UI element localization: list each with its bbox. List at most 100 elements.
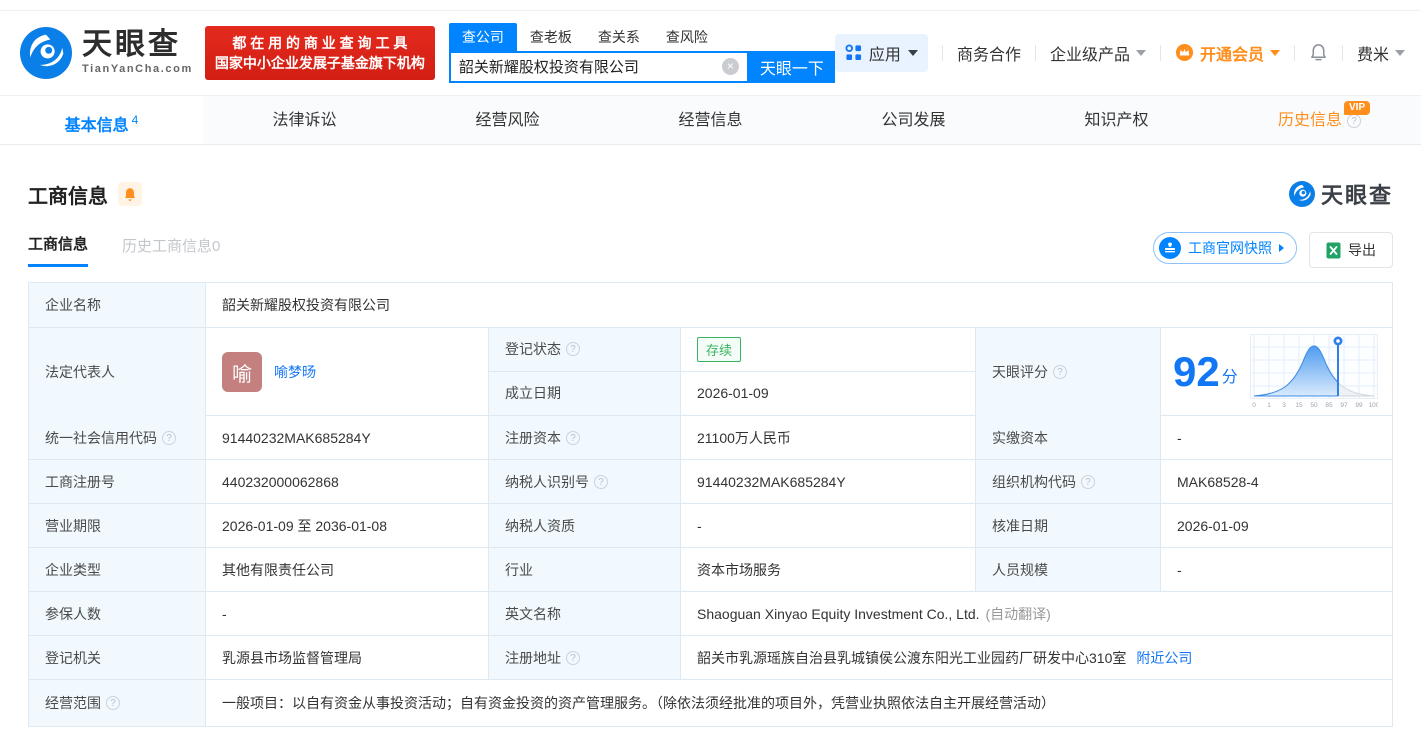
business-info-table: 企业名称 韶关新耀股权投资有限公司 法定代表人 喻 喻梦旸 登记状态? 存续 成…	[28, 282, 1393, 727]
paid-capital-label: 实缴资本	[976, 416, 1161, 459]
user-menu[interactable]: 费米	[1357, 41, 1405, 65]
svg-text:97: 97	[1340, 402, 1348, 409]
legal-rep-link[interactable]: 喻梦旸	[274, 362, 316, 382]
tab-operating-info[interactable]: 经营信息	[609, 96, 812, 144]
table-row: 登记机关 乳源县市场监督管理局 注册地址? 韶关市乳源瑶族自治县乳城镇侯公渡东阳…	[29, 636, 1392, 680]
tianyancha-logo[interactable]: 天眼查 TianYanCha.com	[20, 26, 193, 79]
establish-date-value: 2026-01-09	[681, 371, 976, 415]
search-input[interactable]	[450, 58, 722, 75]
help-icon[interactable]: ?	[566, 342, 580, 357]
nearby-companies-link[interactable]: 附近公司	[1136, 648, 1192, 668]
staff-size-value: -	[1177, 561, 1182, 578]
credit-code-label: 统一社会信用代码?	[29, 416, 206, 459]
username: 费米	[1356, 46, 1389, 64]
tab-basic-info[interactable]: 基本信息 4	[0, 96, 203, 144]
tab-intellectual-property[interactable]: 知识产权	[1015, 96, 1218, 144]
svg-text:15: 15	[1295, 402, 1303, 409]
help-icon[interactable]: ?	[1053, 365, 1067, 379]
help-icon[interactable]: ?	[162, 430, 176, 445]
company-tabs: 基本信息 4 法律诉讼 经营风险 经营信息 公司发展 知识产权 历史信息 VIP?	[0, 95, 1421, 145]
subtab-business-info[interactable]: 工商信息	[28, 233, 89, 267]
insured-label: 参保人数	[29, 592, 206, 635]
help-icon[interactable]: ?	[594, 474, 608, 489]
nav-open-vip[interactable]: 开通会员	[1175, 41, 1280, 65]
help-icon[interactable]: ?	[1347, 114, 1361, 128]
search-submit-button[interactable]: 天眼一下	[748, 50, 835, 83]
reg-capital-label: 注册资本?	[489, 416, 681, 459]
paid-capital-value: -	[1177, 429, 1182, 446]
export-button[interactable]: 导出	[1309, 232, 1393, 268]
business-scope-value: 一般项目：以自有资金从事投资活动；自有资金投资的资产管理服务。（除依法须经批准的…	[222, 695, 1055, 711]
insured-value: -	[206, 592, 489, 635]
help-icon[interactable]: ?	[106, 696, 120, 710]
taxpayer-id-value: 91440232MAK685284Y	[681, 460, 976, 503]
header: 天眼查 TianYanCha.com 都 在 用 的 商 业 查 询 工 具 国…	[0, 0, 1421, 95]
subtab-row: 工商信息 历史工商信息0 工商官网快照 导出	[28, 232, 1393, 268]
table-row: 企业类型 其他有限责任公司 行业 资本市场服务 人员规模 -	[29, 548, 1392, 592]
orange-bell-icon	[124, 187, 136, 201]
top-nav: 应用 商务合作 企业级产品 开通会员 费米	[834, 33, 1405, 72]
tab-count-badge: 4	[131, 113, 139, 127]
help-icon[interactable]: ?	[1081, 474, 1095, 489]
svg-text:3: 3	[1282, 402, 1286, 409]
help-icon[interactable]: ?	[566, 430, 580, 445]
score-unit: 分	[1221, 369, 1238, 386]
svg-text:85: 85	[1325, 402, 1333, 409]
watermark-text: 天眼查	[1320, 183, 1393, 208]
table-row: 参保人数 - 英文名称 Shaoguan Xinyao Equity Inves…	[29, 592, 1392, 636]
industry-label: 行业	[489, 548, 681, 591]
notifications-button[interactable]	[1309, 43, 1328, 63]
legal-rep-cell: 喻 喻梦旸	[206, 328, 489, 416]
tab-company-development[interactable]: 公司发展	[812, 96, 1015, 144]
search-tab-risk[interactable]: 查风险	[653, 23, 721, 51]
vip-badge: VIP	[1344, 101, 1371, 115]
subtab-history-business-info[interactable]: 历史工商信息0	[122, 235, 220, 266]
legal-rep-avatar[interactable]: 喻	[222, 352, 262, 392]
clear-search-icon[interactable]: ×	[721, 58, 739, 75]
search-tab-company[interactable]: 查公司	[448, 22, 517, 51]
reg-number-value: 440232000062868	[206, 460, 489, 503]
english-name-value: Shaoguan Xinyao Equity Investment Co., L…	[697, 605, 1051, 622]
reg-number-label: 工商注册号	[29, 460, 206, 503]
svg-text:99: 99	[1355, 402, 1363, 409]
nav-divider	[1034, 44, 1036, 61]
tab-operating-risk[interactable]: 经营风险	[406, 96, 609, 144]
official-snapshot-button[interactable]: 工商官网快照	[1153, 232, 1297, 264]
chart-x-ticks: 0 1 3 15 50 85 97 99 100	[1252, 402, 1378, 409]
section-title: 工商信息	[28, 185, 108, 208]
nav-business-cooperation[interactable]: 商务合作	[957, 41, 1021, 65]
svg-text:1: 1	[1267, 402, 1271, 409]
approval-date-label: 核准日期	[976, 504, 1161, 547]
apps-label: 应用	[868, 46, 901, 64]
business-scope-label: 经营范围?	[29, 680, 206, 726]
business-term-value: 2026-01-09 至 2036-01-08	[206, 504, 489, 547]
search-tab-boss[interactable]: 查老板	[517, 23, 585, 51]
nav-enterprise-products[interactable]: 企业级产品	[1050, 41, 1146, 65]
table-row: 工商注册号 440232000062868 纳税人识别号? 91440232MA…	[29, 460, 1392, 504]
company-name-value: 韶关新耀股权投资有限公司	[222, 297, 390, 313]
chevron-down-icon	[907, 49, 918, 56]
svg-text:0: 0	[1252, 402, 1256, 409]
company-type-label: 企业类型	[29, 548, 206, 591]
address-label: 注册地址?	[489, 636, 681, 679]
nav-divider	[1341, 44, 1343, 61]
search-area: 查公司 查老板 查关系 查风险 × 天眼一下	[448, 22, 835, 83]
reg-status-label: 登记状态?	[489, 328, 681, 371]
logo-name: 天眼查	[82, 28, 181, 61]
chevron-down-icon	[1395, 49, 1405, 56]
score-distribution-chart[interactable]: 0 1 3 15 50 85 97 99 100	[1249, 334, 1378, 410]
english-name-label: 英文名称	[489, 592, 681, 635]
monitor-bell-button[interactable]	[118, 182, 142, 206]
company-name-label: 企业名称	[29, 283, 206, 327]
apps-menu-button[interactable]: 应用	[834, 33, 928, 72]
score-label: 天眼评分?	[976, 328, 1161, 416]
tab-history-info[interactable]: 历史信息 VIP?	[1218, 96, 1421, 144]
help-icon[interactable]: ?	[566, 650, 580, 665]
tab-legal-proceedings[interactable]: 法律诉讼	[203, 96, 406, 144]
table-row: 营业期限 2026-01-09 至 2036-01-08 纳税人资质 - 核准日…	[29, 504, 1392, 548]
table-row: 经营范围? 一般项目：以自有资金从事投资活动；自有资金投资的资产管理服务。（除依…	[29, 680, 1392, 726]
nav-divider	[1293, 44, 1295, 61]
score-value: 92	[1173, 348, 1220, 395]
bell-icon	[1311, 43, 1326, 60]
search-tab-relation[interactable]: 查关系	[585, 23, 653, 51]
